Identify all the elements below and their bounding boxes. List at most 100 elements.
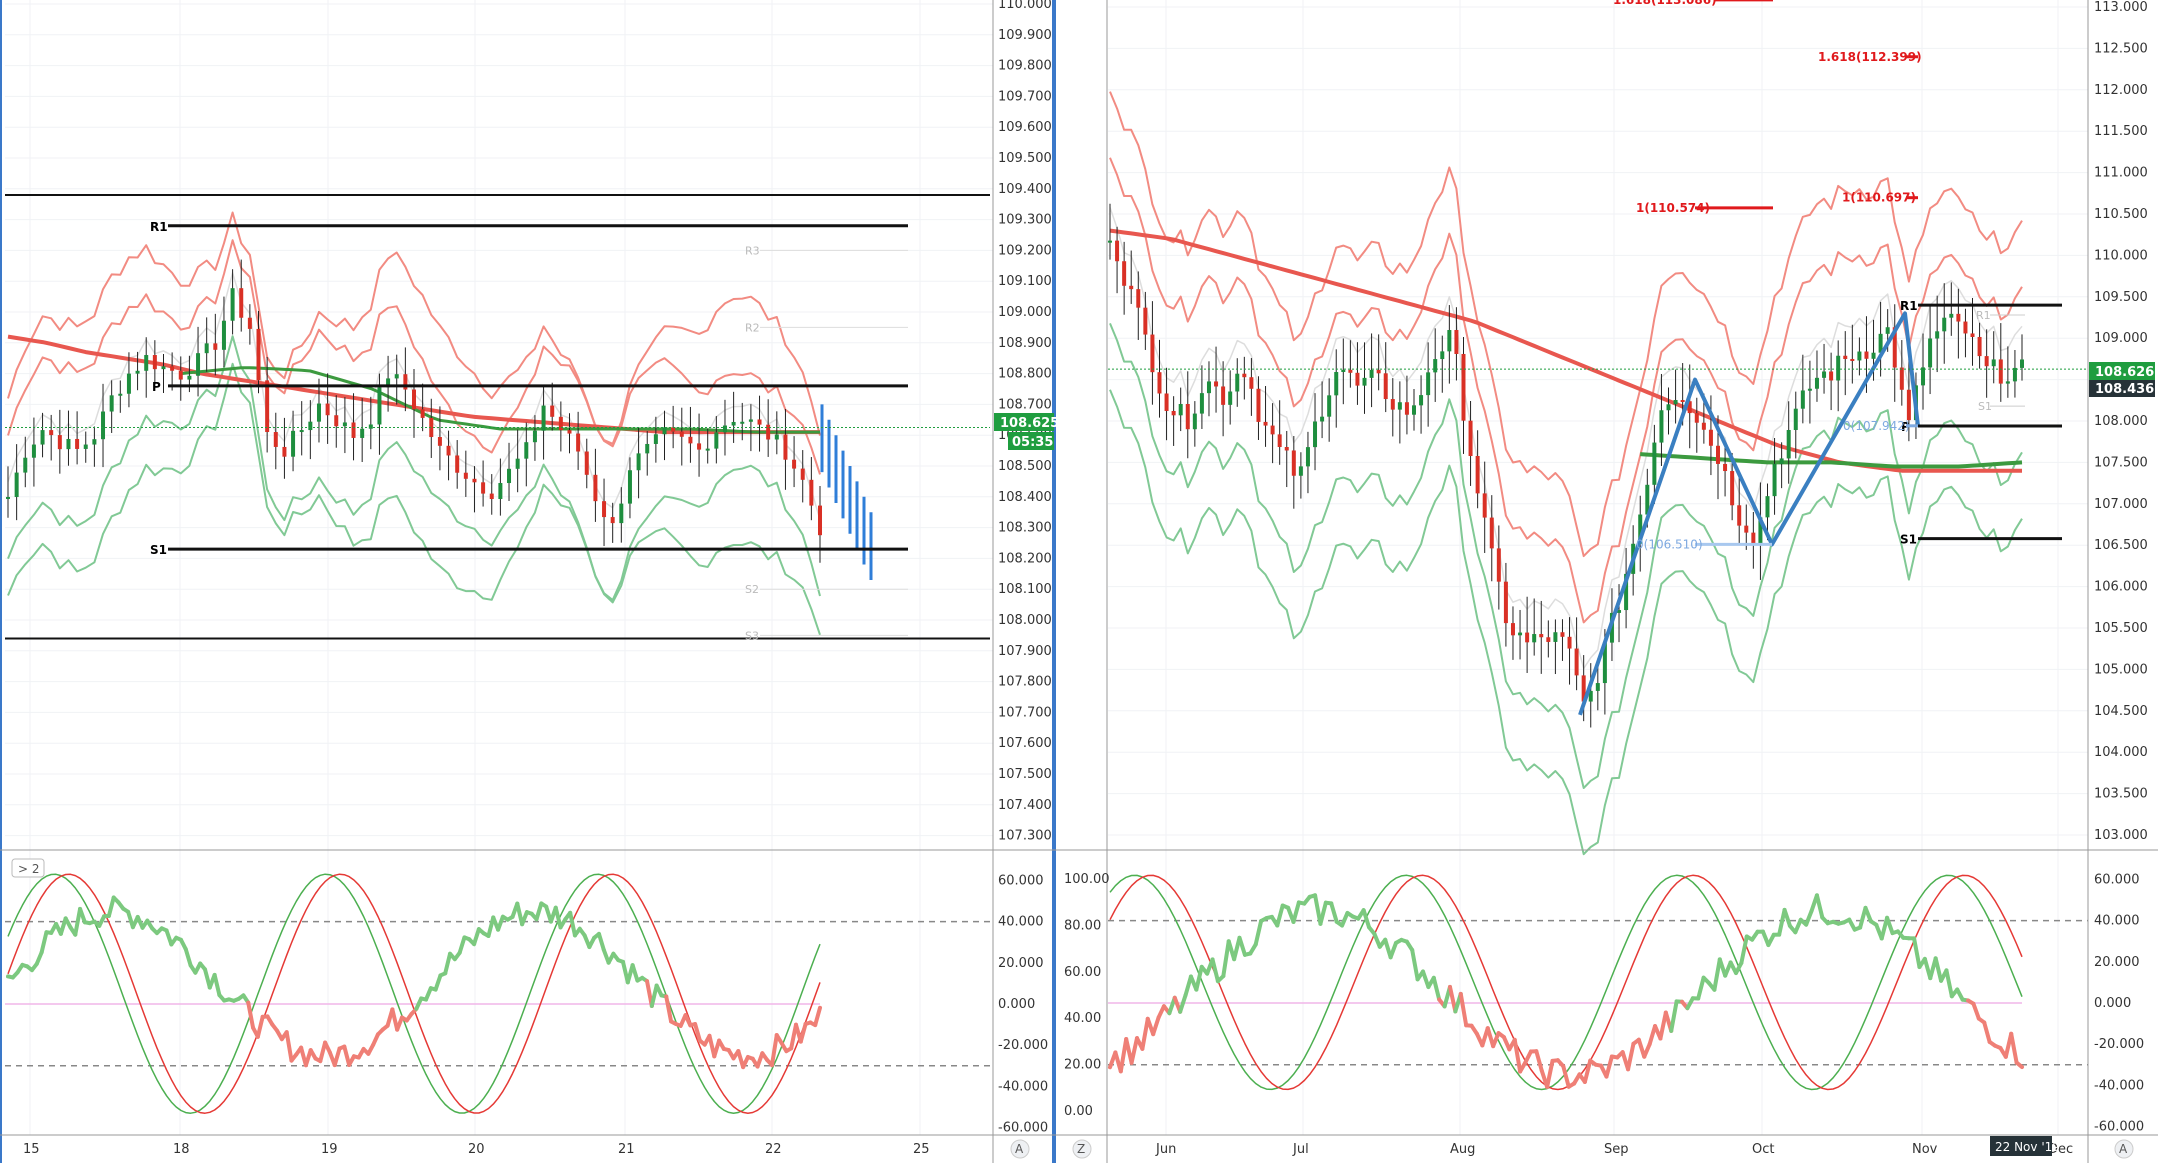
left-candle-body: [325, 403, 330, 416]
oscillator-collapse-button[interactable]: > 2: [18, 862, 40, 876]
right-candle-body: [1525, 632, 1530, 643]
left-candle-body: [351, 422, 356, 438]
left-last-price-tag: 108.625: [1000, 416, 1059, 431]
left-candle-body: [135, 370, 140, 374]
left-time-label: 20: [468, 1142, 485, 1157]
left-candle-body: [507, 468, 512, 484]
right-osc-right-axis-label: -60.000: [2094, 1120, 2144, 1135]
left-candle-body: [49, 430, 54, 436]
right-candle-body: [1192, 413, 1197, 430]
right-price-axis-label: 109.000: [2094, 331, 2148, 346]
right-auto-scale-button[interactable]: A: [2119, 1142, 2128, 1156]
left-time-label: 18: [173, 1142, 190, 1157]
right-price-axis-label: 107.500: [2094, 455, 2148, 470]
left-countdown-tag: 05:35: [1012, 435, 1053, 450]
right-price-axis-label: 104.500: [2094, 704, 2148, 719]
left-s1-label: S1: [150, 543, 167, 557]
right-candle-body: [1991, 359, 1996, 367]
left-price-axis-label: 107.400: [998, 798, 1052, 813]
right-candle-body: [1977, 336, 1982, 357]
left-candle-body: [662, 427, 667, 435]
left-price-axis-label: 107.500: [998, 767, 1052, 782]
left-candle-body: [757, 419, 762, 425]
right-candle-body: [1666, 404, 1671, 411]
left-candle-body: [446, 445, 451, 456]
right-candle-body: [1949, 313, 1954, 318]
right-candle-body: [1899, 367, 1904, 390]
left-candle-body: [14, 472, 19, 497]
left-candle-body: [818, 505, 822, 536]
left-candle-body: [152, 355, 157, 370]
left-candle-body: [584, 451, 589, 475]
left-candle-body: [66, 438, 71, 450]
left-candle-body: [377, 387, 382, 425]
right-candle-body: [1708, 429, 1713, 446]
right-candle-body: [1355, 372, 1360, 386]
left-price-axis-label: 107.300: [998, 829, 1052, 844]
left-candle-body: [247, 317, 252, 329]
right-candle-body: [1489, 517, 1494, 549]
left-candle-body: [524, 442, 529, 459]
left-candle-body: [126, 373, 131, 394]
left-price-axis-label: 107.800: [998, 675, 1052, 690]
left-candle-body: [558, 416, 563, 431]
chart-workspace: R1PS1R3R2S2S3 R1PS1R1S11.618(113.086)1.6…: [0, 0, 2158, 1163]
left-candle-body: [273, 432, 278, 447]
left-time-label: 21: [618, 1142, 635, 1157]
right-fib-label-f1: 1.618(113.086): [1613, 0, 1717, 7]
right-osc-right-axis-label: 20.000: [2094, 955, 2140, 970]
right-candle-body: [1836, 355, 1841, 381]
left-candle-body: [101, 411, 106, 440]
left-candle-body: [550, 405, 555, 417]
left-r1-label: R1: [150, 220, 168, 234]
left-time-label: 15: [23, 1142, 40, 1157]
right-candle-body: [1793, 408, 1798, 430]
right-time-label: Jun: [1155, 1142, 1176, 1157]
right-price-axis-label: 111.000: [2094, 166, 2148, 181]
right-candle-body: [1143, 307, 1148, 335]
left-price-axis-label: 108.900: [998, 336, 1052, 351]
right-price-axis-label: 110.000: [2094, 248, 2148, 263]
right-fib-label-f6: 0(106.510): [1636, 537, 1703, 551]
right-price-axis-label: 113.000: [2094, 0, 2148, 15]
right-candle-body: [1284, 447, 1289, 451]
right-faint-s1-label: S1: [1978, 400, 1992, 413]
left-auto-scale-button[interactable]: A: [1015, 1142, 1024, 1156]
left-price-axis-label: 108.200: [998, 551, 1052, 566]
left-price-axis-label: 107.700: [998, 705, 1052, 720]
left-candle-body: [92, 439, 97, 445]
left-candle-body: [541, 405, 546, 431]
left-price-axis-label: 107.900: [998, 644, 1052, 659]
right-candle-body: [1680, 400, 1685, 403]
right-candle-body: [1751, 532, 1756, 544]
left-candle-body: [653, 434, 658, 444]
left-candle-body: [567, 430, 572, 434]
right-candle-body: [1503, 581, 1508, 624]
left-candle-body: [178, 370, 183, 380]
right-candle-body: [1461, 353, 1466, 421]
right-price-axis-label: 109.500: [2094, 290, 2148, 305]
left-candle-body: [334, 415, 339, 427]
right-candle-body: [1482, 493, 1487, 518]
right-price-axis-label: 107.000: [2094, 497, 2148, 512]
left-price-axis-label: 108.300: [998, 521, 1052, 536]
right-osc-right-axis-label: 40.000: [2094, 914, 2140, 929]
right-candle-body: [1214, 381, 1219, 387]
left-price-axis-label: 108.500: [998, 459, 1052, 474]
crosshair-date-tag: 22 Nov '19: [1995, 1140, 2060, 1154]
left-price-axis-label: 109.000: [998, 305, 1052, 320]
right-candle-body: [1426, 372, 1431, 396]
left-candle-body: [515, 458, 520, 469]
right-candle-body: [1864, 351, 1869, 359]
right-candle-body: [1369, 369, 1374, 378]
left-faint-label-s2: S2: [745, 583, 759, 596]
right-candle-body: [1942, 317, 1947, 332]
right-zoom-button[interactable]: Z: [1077, 1142, 1085, 1156]
right-price-axis-label: 111.500: [2094, 124, 2148, 139]
left-candle-body: [489, 493, 494, 499]
right-candle-body: [1397, 402, 1402, 410]
right-candle-body: [1291, 450, 1296, 476]
right-price-axis-label: 104.000: [2094, 745, 2148, 760]
right-candle-body: [1737, 505, 1742, 526]
right-price-axis[interactable]: 113.000 112.500 112.000 111.500 111.000 110.5…: [2094, 0, 2148, 843]
